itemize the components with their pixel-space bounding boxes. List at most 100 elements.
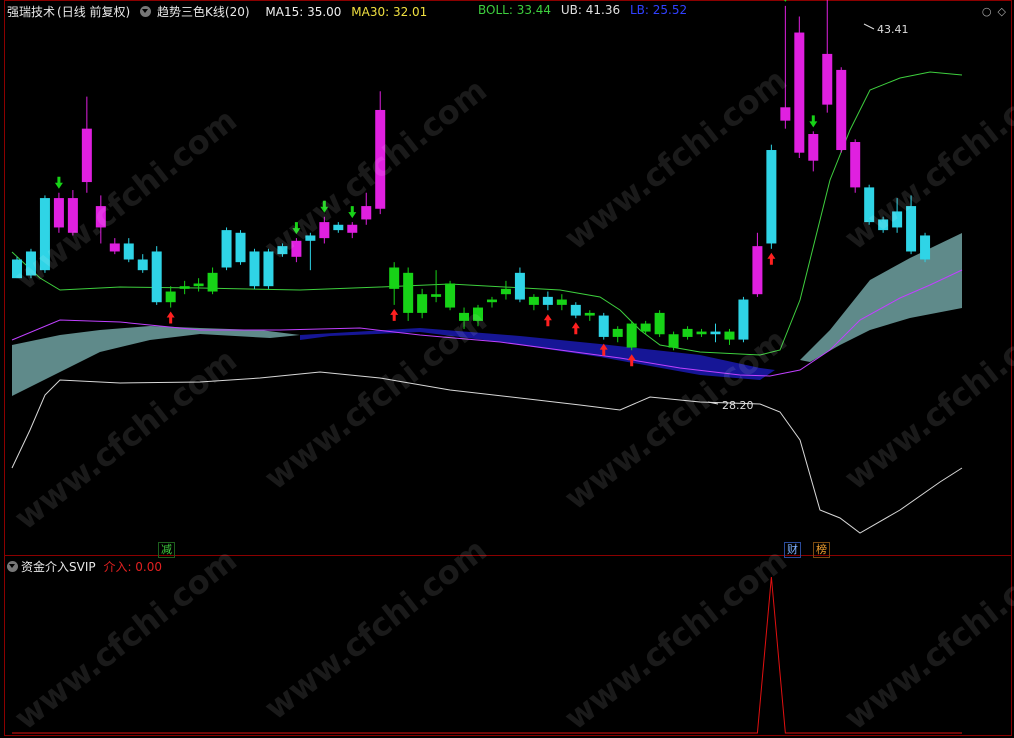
candle-body — [528, 296, 539, 305]
candle-body — [291, 240, 302, 257]
candle-body — [486, 299, 497, 303]
buy-arrow-icon — [571, 322, 580, 335]
candle-body — [151, 251, 162, 303]
candle-body — [361, 206, 372, 220]
rank-tag[interactable]: 榜 — [813, 542, 830, 558]
candle-body — [417, 294, 428, 313]
stock-title: 强瑞技术 — [7, 5, 56, 19]
sub-value: 介入: 0.00 — [103, 560, 163, 574]
sell-arrow-icon — [292, 222, 301, 235]
candle-body — [822, 53, 833, 105]
candle-body — [193, 283, 204, 287]
candle-body — [221, 230, 232, 268]
sell-arrow-icon — [348, 206, 357, 219]
candle-body — [794, 32, 805, 153]
candle-body — [724, 331, 735, 340]
finance-tag[interactable]: 财 — [784, 542, 801, 558]
buy-arrow-icon — [166, 311, 175, 324]
candle-body — [878, 219, 889, 231]
candle-body — [347, 224, 358, 233]
candle-body — [556, 299, 567, 305]
candle-body — [626, 323, 637, 348]
candle-body — [249, 251, 260, 287]
ub-value: UB: 41.36 — [560, 3, 621, 17]
boll-lower-line — [11, 371, 963, 534]
candle-body — [836, 69, 847, 151]
candle-body — [654, 312, 665, 335]
candle-body — [584, 312, 595, 316]
candle-body — [500, 288, 511, 295]
ma30-label: MA30: 32.01 — [351, 5, 428, 19]
sub-header: 资金介入SVIP 介入: 0.00 — [7, 558, 162, 575]
candle-body — [640, 323, 651, 332]
candle-body — [109, 243, 120, 252]
candle-body — [542, 296, 553, 305]
candle-body — [67, 198, 78, 233]
dropdown-icon — [140, 6, 152, 17]
candle-body — [598, 315, 609, 337]
sell-arrow-icon — [784, 0, 787, 2]
dropdown-icon — [7, 561, 18, 572]
candle-body — [696, 331, 707, 335]
candle-body — [780, 107, 791, 121]
main-chart[interactable]: 43.41 28.20 — [0, 0, 1014, 738]
candle-body — [389, 267, 400, 289]
signal-line — [12, 576, 962, 734]
candle-body — [920, 235, 931, 260]
candle-body — [95, 206, 106, 228]
candle-body — [752, 246, 763, 295]
teal-band-right — [800, 233, 962, 362]
candle-body — [235, 232, 246, 263]
candle-body — [766, 150, 777, 244]
candle-body — [808, 134, 819, 161]
candle-body — [263, 251, 274, 287]
candle-body — [668, 334, 679, 348]
period-label: (日线 前复权) — [57, 5, 131, 19]
indicator-selector[interactable]: 趋势三色K线(20) — [140, 3, 256, 20]
candle-body — [123, 243, 134, 260]
candle-body — [738, 299, 749, 340]
candle-body — [906, 206, 917, 252]
high-price-label: 43.41 — [877, 23, 909, 36]
candle-body — [570, 304, 581, 316]
sell-arrow-icon — [809, 115, 818, 128]
reduce-tag[interactable]: 减 — [158, 542, 175, 558]
candle-body — [277, 246, 288, 255]
candle-body — [12, 259, 22, 279]
circle-icon[interactable]: ○ — [982, 5, 992, 18]
sell-arrow-icon — [320, 200, 329, 213]
boll-value: BOLL: 33.44 — [478, 3, 552, 17]
candle-body — [319, 222, 330, 239]
candle-body — [305, 235, 316, 241]
candle-body — [710, 331, 721, 335]
candle-body — [431, 294, 442, 297]
candle-body — [179, 286, 190, 289]
candle-body — [864, 187, 875, 223]
indicator-name: 趋势三色K线(20) — [157, 5, 250, 19]
candle-body — [137, 259, 148, 271]
high-pointer-icon — [863, 23, 875, 30]
candle-body — [459, 312, 470, 321]
candle-body — [81, 128, 92, 183]
candle-body — [473, 307, 484, 321]
candle-body — [53, 198, 64, 228]
lb-value: LB: 25.52 — [629, 3, 688, 17]
main-header: 强瑞技术 (日线 前复权) 趋势三色K线(20) MA15: 35.00 MA30… — [7, 3, 433, 21]
candle-body — [207, 272, 218, 292]
candle-body — [850, 142, 861, 188]
window-controls: ○ ◇ — [976, 5, 1006, 18]
sub-indicator-selector[interactable]: 资金介入SVIP — [7, 560, 96, 574]
buy-arrow-icon — [767, 252, 776, 265]
buy-arrow-icon — [543, 314, 552, 327]
sub-indicator-name: 资金介入SVIP — [21, 560, 96, 574]
diamond-icon[interactable]: ◇ — [998, 5, 1006, 18]
buy-arrow-icon — [390, 308, 399, 321]
candle-body — [682, 328, 693, 337]
candle-body — [403, 272, 414, 313]
candle-body — [375, 109, 386, 209]
candle-body — [445, 283, 456, 308]
candle-body — [333, 224, 344, 231]
candle-body — [25, 251, 36, 276]
candle-body — [39, 198, 50, 271]
sell-arrow-icon — [54, 176, 63, 189]
